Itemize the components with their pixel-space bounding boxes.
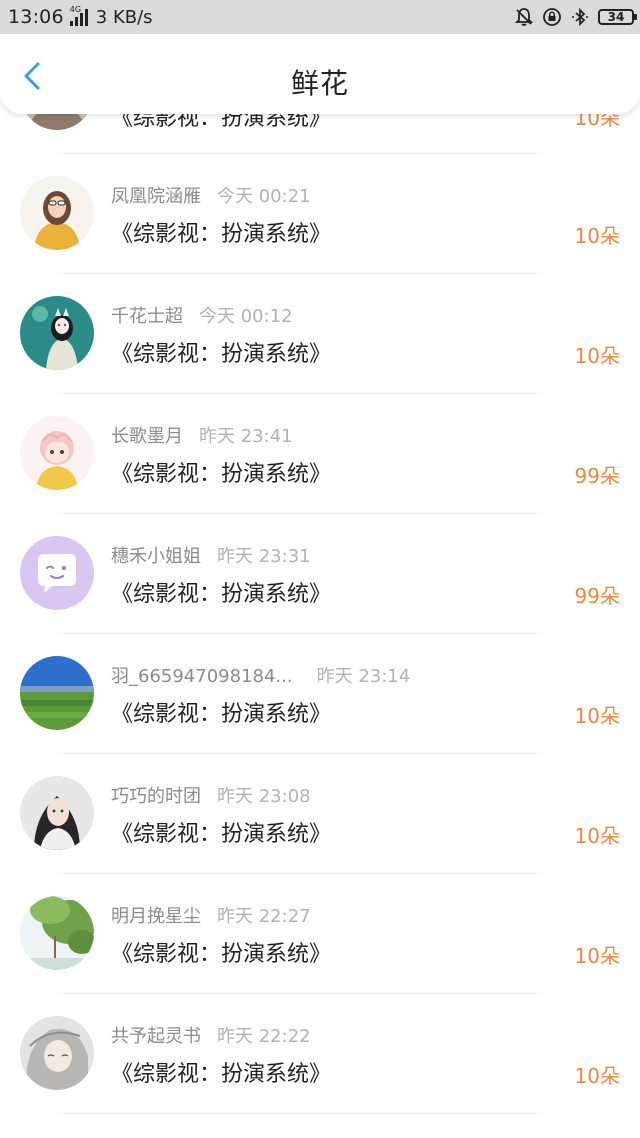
sender-name[interactable]: 千花士超: [111, 306, 183, 327]
sender-name[interactable]: 巧巧的时团: [111, 786, 201, 807]
girl-yellow-sweater-avatar[interactable]: [20, 176, 94, 250]
gift-time: 昨天 23:41: [199, 426, 293, 447]
sender-name[interactable]: 凤凰院涵雁: [111, 186, 201, 207]
sender-info: 凤凰院涵雁 今天 00:21: [111, 182, 311, 208]
header: 鲜花: [0, 34, 640, 114]
sender-info: 巧巧的时团 昨天 23:08: [111, 782, 311, 808]
book-title: 《综影视：扮演系统》: [111, 462, 332, 487]
masked-figure-avatar[interactable]: [20, 296, 94, 370]
list-item[interactable]: 巧巧的时团 昨天 23:08 《综影视：扮演系统》 10朵: [0, 754, 640, 874]
sender-info: 羽_665947098184... 昨天 23:14: [111, 662, 410, 688]
bluetooth-icon: [572, 7, 588, 27]
list-item[interactable]: 明月挽星尘 昨天 22:27 《综影视：扮演系统》 10朵: [0, 874, 640, 994]
book-title: 《综影视：扮演系统》: [111, 822, 332, 847]
status-bar-right: 34: [514, 7, 637, 27]
flower-count: 99朵: [574, 584, 620, 608]
clock: 13:06: [8, 6, 64, 28]
anime-boy-avatar[interactable]: [20, 416, 94, 490]
green-field-avatar[interactable]: [20, 656, 94, 730]
sender-info: 共予起灵书 昨天 22:22: [111, 1022, 311, 1048]
book-title: 《综影视：扮演系统》: [111, 1062, 332, 1087]
battery-icon: 34: [598, 9, 637, 25]
bell-off-icon: [514, 8, 534, 26]
network-speed: 3 KB/s: [95, 6, 153, 28]
list-item[interactable]: 穗禾小姐姐 昨天 23:31 《综影视：扮演系统》 99朵: [0, 514, 640, 634]
book-title: 《综影视：扮演系统》: [111, 942, 332, 967]
flower-count: 10朵: [574, 344, 620, 368]
book-title: 《综影视：扮演系统》: [111, 222, 332, 247]
gift-time: 昨天 22:27: [217, 906, 311, 927]
flower-count: 10朵: [574, 224, 620, 248]
anime-sketch-avatar[interactable]: [20, 1016, 94, 1090]
page-title: 鲜花: [290, 67, 349, 100]
flower-count: 10朵: [574, 944, 620, 968]
gift-time: 昨天 22:22: [217, 1026, 311, 1047]
list-item[interactable]: 凤凰院涵雁 今天 00:21 《综影视：扮演系统》 10朵: [0, 154, 640, 274]
gift-time: 昨天 23:31: [217, 546, 311, 567]
sender-name[interactable]: 长歌墨月: [111, 426, 183, 447]
sender-info: 明月挽星尘 昨天 22:27: [111, 902, 311, 928]
sender-name[interactable]: 明月挽星尘: [111, 906, 201, 927]
list-item[interactable]: 长歌墨月 昨天 23:41 《综影视：扮演系统》 99朵: [0, 394, 640, 514]
default-chat-bubble-avatar[interactable]: [20, 536, 94, 610]
sender-name[interactable]: 羽_665947098184...: [111, 666, 293, 687]
flower-count: 10朵: [574, 1064, 620, 1088]
flower-count: 10朵: [574, 704, 620, 728]
signal-icon: 4G: [69, 5, 88, 26]
flower-count: 99朵: [574, 464, 620, 488]
book-title: 《综影视：扮演系统》: [111, 702, 332, 727]
status-bar-left: 13:06 4G 3 KB/s: [8, 5, 153, 28]
sender-info: 长歌墨月 昨天 23:41: [111, 422, 293, 448]
flower-gift-list[interactable]: 《综影视：扮演系统》 10朵 凤凰院涵雁 今天 00:21 《综影视：扮演系统》 …: [0, 34, 640, 1138]
gift-time: 昨天 23:08: [217, 786, 311, 807]
divider: [60, 1113, 540, 1114]
sender-name[interactable]: 穗禾小姐姐: [111, 546, 201, 567]
network-type: 4G: [69, 5, 82, 14]
list-item[interactable]: 羽_665947098184... 昨天 23:14 《综影视：扮演系统》 10朵: [0, 634, 640, 754]
lock-rotation-icon: [543, 8, 561, 26]
sender-info: 千花士超 今天 00:12: [111, 302, 293, 328]
book-title: 《综影视：扮演系统》: [111, 582, 332, 607]
tree-sky-avatar[interactable]: [20, 896, 94, 970]
book-title: 《综影视：扮演系统》: [111, 342, 332, 367]
gift-time: 昨天 23:14: [316, 666, 411, 687]
flower-count: 10朵: [574, 824, 620, 848]
sender-name[interactable]: 共予起灵书: [111, 1026, 201, 1047]
status-bar: 13:06 4G 3 KB/s 34: [0, 0, 640, 34]
girl-portrait-avatar[interactable]: [20, 776, 94, 850]
sender-info: 穗禾小姐姐 昨天 23:31: [111, 542, 311, 568]
list-item[interactable]: 千花士超 今天 00:12 《综影视：扮演系统》 10朵: [0, 274, 640, 394]
list-item[interactable]: 共予起灵书 昨天 22:22 《综影视：扮演系统》 10朵: [0, 994, 640, 1114]
gift-time: 今天 00:21: [217, 186, 311, 207]
gift-time: 今天 00:12: [199, 306, 293, 327]
